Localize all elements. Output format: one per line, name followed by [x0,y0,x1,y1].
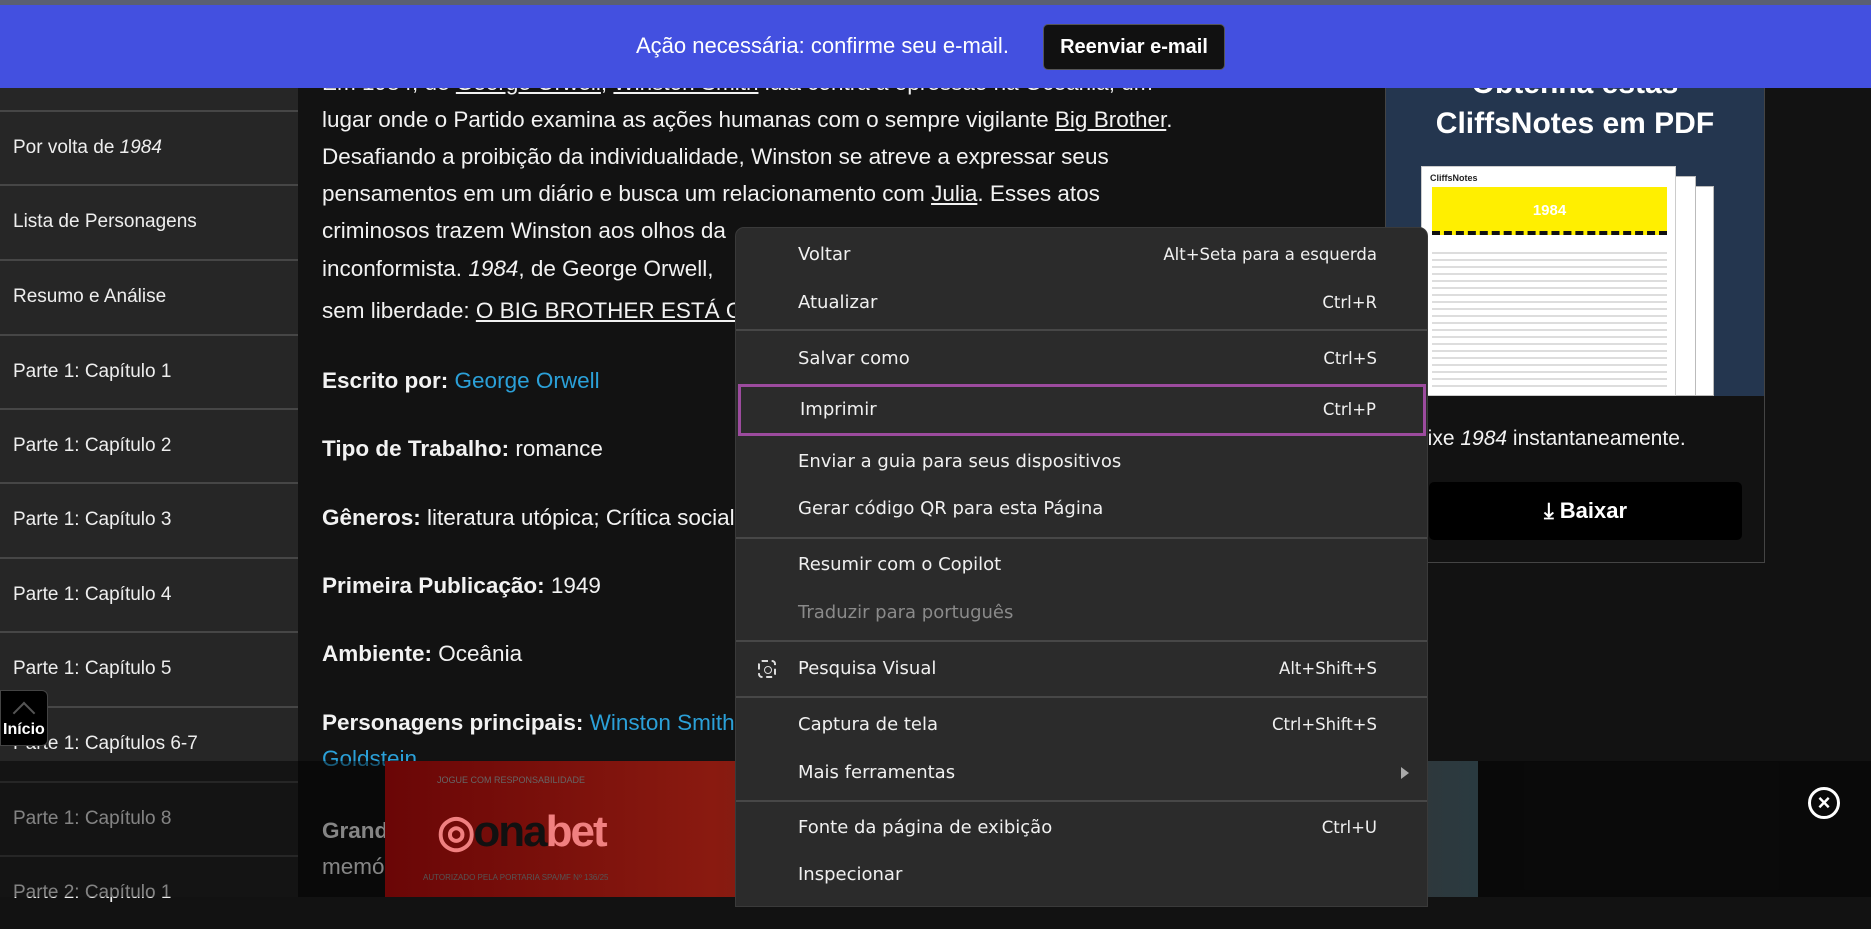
fact-work-type: Tipo de Trabalho: romance [322,436,603,461]
menu-item-reload[interactable]: Atualizar Ctrl+R [736,280,1427,326]
sidebar-item-p1c3[interactable]: Parte 1: Capítulo 3 [0,482,298,556]
menu-item-screenshot[interactable]: Captura de tela Ctrl+Shift+S [736,702,1427,748]
menu-item-qr-code[interactable]: Gerar código QR para esta Página [736,486,1427,532]
winston-smith-character-link[interactable]: Winston Smith [590,710,735,735]
download-icon: ⤓ [1543,498,1560,523]
close-ad-icon[interactable]: × [1808,787,1840,819]
menu-separator [736,329,1427,331]
download-button[interactable]: ⤓ Baixar [1429,482,1742,540]
menu-item-inspect[interactable]: Inspecionar [736,852,1427,898]
summary-line: pensamentos em um diário e busca um rela… [322,181,1100,206]
sidebar-item-p1c4[interactable]: Parte 1: Capítulo 4 [0,557,298,631]
sidebar-item-label-italic: 1984 [119,137,162,158]
browser-top-edge [0,0,1871,5]
big-brother-slogan-link[interactable]: O BIG BROTHER ESTÁ O [476,298,744,323]
menu-item-save-as[interactable]: Salvar como Ctrl+S [736,336,1427,382]
menu-item-copilot[interactable]: Resumir com o Copilot [736,542,1427,588]
sidebar-item-summary[interactable]: Resumo e Análise [0,259,298,333]
menu-item-back[interactable]: Voltar Alt+Seta para a esquerda [736,232,1427,278]
resend-email-button[interactable]: Reenviar e-mail [1043,24,1225,70]
summary-line: inconformista. 1984, de George Orwell, [322,256,714,281]
menu-item-print[interactable]: Imprimir Ctrl+P [738,384,1426,436]
menu-item-translate: Traduzir para português [798,602,1014,623]
banner-message: Ação necessária: confirme seu e-mail. [636,33,1009,58]
sidebar-item-around-1984[interactable]: Por volta de 1984 [0,110,298,184]
author-link[interactable]: George Orwell [455,368,600,393]
sidebar-item-p1c1[interactable]: Parte 1: Capítulo 1 [0,334,298,408]
fact-setting: Ambiente: Oceânia [322,641,523,666]
menu-item-view-source[interactable]: Fonte da página de exibição Ctrl+U [736,805,1427,851]
pdf-promo-header: Obtenha estas CliffsNotes em PDF CliffsN… [1386,61,1764,396]
promo-title-line2: CliffsNotes em PDF [1435,107,1715,140]
visual-search-icon [758,660,776,678]
ad-logo: ◎onabet [437,807,608,856]
julia-link[interactable]: Julia [931,181,977,206]
fact-first-published: Primeira Publicação: 1949 [322,573,601,598]
email-confirm-banner: Ação necessária: confirme seu e-mail. Re… [0,5,1871,88]
menu-separator [736,696,1427,698]
sidebar-item-characters[interactable]: Lista de Personagens [0,184,298,258]
fact-author: Escrito por: George Orwell [322,368,600,393]
summary-line: criminosos trazem Winston aos olhos da [322,218,726,243]
ad-legal: AUTORIZADO PELA PORTARIA SPA/MF Nº 136/2… [423,873,609,882]
fact-genres: Gêneros: literatura utópica; Crítica soc… [322,505,735,530]
fact-main-characters: Personagens principais: Winston Smith; [322,710,741,735]
pdf-brand: CliffsNotes [1430,173,1478,183]
sidebar-item-p1c2[interactable]: Parte 1: Capítulo 2 [0,408,298,482]
pdf-promo-panel: Obtenha estas CliffsNotes em PDF CliffsN… [1385,60,1765,563]
ad-disclaimer: JOGUE COM RESPONSABILIDADE [437,775,586,785]
menu-item-more-tools[interactable]: Mais ferramentas [736,750,1427,796]
pdf-title: 1984 [1432,187,1667,235]
menu-separator [736,640,1427,642]
summary-line: Desafiando a proibição da individualidad… [322,144,1109,169]
menu-separator [736,800,1427,802]
big-brother-link[interactable]: Big Brother [1055,107,1166,132]
summary-line: sem liberdade: O BIG BROTHER ESTÁ O [322,298,744,323]
promo-text: aixe 1984 instantaneamente. [1416,427,1686,450]
context-menu: Voltar Alt+Seta para a esquerda Atualizar… [735,227,1428,907]
sidebar-item-label: Por volta de [13,137,120,158]
submenu-arrow-icon [1401,767,1409,779]
pdf-preview-image: CliffsNotes 1984 [1421,166,1676,396]
menu-item-visual-search[interactable]: Pesquisa Visual Alt+Shift+S [736,646,1427,692]
menu-separator [736,537,1427,539]
pdf-text-lines [1432,247,1667,387]
menu-item-send-tab[interactable]: Enviar a guia para seus dispositivos [736,439,1427,485]
back-to-top-button[interactable]: Início [0,690,48,746]
summary-line: lugar onde o Partido examina as ações hu… [322,107,1173,132]
